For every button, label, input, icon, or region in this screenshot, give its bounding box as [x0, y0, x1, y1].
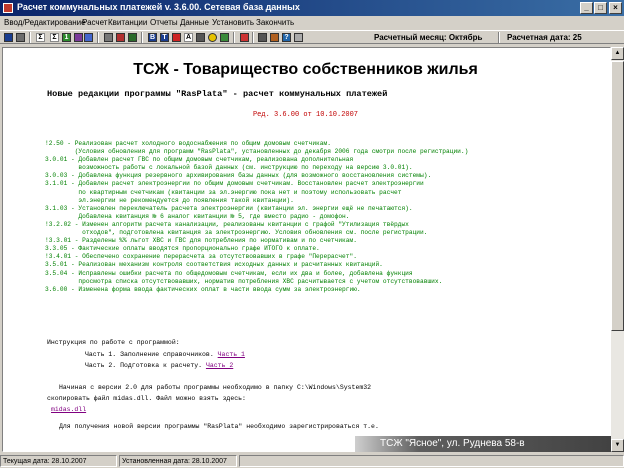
changelog-entry: отходов", подготовлена квитанция за элек…: [45, 229, 428, 237]
toolbar-separator: [141, 32, 143, 43]
status-bar: Текущая дата: 28.10.2007 Установленная д…: [0, 454, 624, 468]
page-subtitle: Новые редакции программы "RasPlata" - ра…: [47, 89, 388, 99]
catalog-icon[interactable]: [4, 33, 13, 42]
status-set-date: Установленная дата: 28.10.2007: [119, 455, 237, 467]
lightbulb-icon[interactable]: [208, 33, 217, 42]
scroll-thumb[interactable]: [611, 61, 624, 331]
changelog-entry: эл.энергии не рекомендуется до появления…: [45, 196, 294, 204]
toolbar: Σ Σ 1 B T A ? Расчетный месяц: Октябрь Р…: [0, 30, 624, 44]
settings-icon[interactable]: [196, 33, 205, 42]
app-icon[interactable]: [3, 3, 13, 13]
changelog-entry: !2.50 - Реализован расчет холодного водо…: [45, 140, 331, 147]
scroll-up-icon[interactable]: ▲: [611, 47, 624, 60]
menu-settings[interactable]: Установить: [212, 18, 254, 27]
app-window: Расчет коммунальных платежей v. 3.6.00. …: [0, 0, 624, 468]
title-bar[interactable]: Расчет коммунальных платежей v. 3.6.00. …: [0, 0, 624, 16]
status-current-date: Текущая дата: 28.10.2007: [0, 455, 117, 467]
toolbar-separator: [29, 32, 31, 43]
info-icon[interactable]: [294, 33, 303, 42]
midas-instruction-2: скопировать файл midas.dll. Файл можно в…: [47, 395, 246, 402]
menu-exit[interactable]: Закончить: [256, 18, 294, 27]
toolbar-separator: [233, 32, 235, 43]
changelog-entry: !3.3.01 - Разделены %% льгот ХВС и ГВС д…: [45, 237, 357, 245]
changelog-entry: 3.0.01 - Добавлен расчет ГВС по общим до…: [45, 156, 354, 164]
registration-note: Для получения новой версии программы "Ra…: [59, 423, 379, 430]
billing-date-label: Расчетная дата: 25: [507, 33, 582, 42]
toolbar-separator: [97, 32, 99, 43]
footer-address: ТСЖ "Ясное", ул. Руднева 58-в: [380, 438, 525, 449]
menu-bar: Ввод/Редактирование Расчет Квитанции Отч…: [0, 16, 624, 30]
part1-text: Часть 1. Заполнение справочников.: [85, 351, 214, 358]
instructions-title: Инструкция по работе с программой:: [47, 339, 180, 346]
help-icon[interactable]: ?: [282, 33, 291, 42]
printer-settings-icon[interactable]: [116, 33, 125, 42]
changelog-entry: по квартирным счетчикам (квитанции за эл…: [45, 188, 402, 196]
menu-input-edit[interactable]: Ввод/Редактирование: [4, 18, 86, 27]
data-t-icon[interactable]: T: [160, 33, 169, 42]
report-icon[interactable]: [128, 33, 137, 42]
footer-banner: ТСЖ "Ясное", ул. Руднева 58-в: [355, 436, 611, 452]
midas-dll-link-text[interactable]: midas.dll: [51, 406, 86, 413]
receipt-icon[interactable]: 1: [62, 33, 71, 42]
print-icon[interactable]: [104, 33, 113, 42]
menu-receipts[interactable]: Квитанции: [108, 18, 147, 27]
toolbar-separator: [252, 32, 254, 43]
midas-instruction: Начиная с версии 2.0 для работы программ…: [59, 384, 372, 391]
changelog-entry: !3.4.01 - Обеспечено сохранение перерасч…: [45, 253, 357, 261]
changelog-entry: 3.0.03 - Добавлена функция резервного ар…: [45, 172, 432, 180]
changelog-entry: 3.1.03 - Установлен переключатель расчет…: [45, 204, 413, 212]
changelog-entry: 3.5.01 - Реализован механизм контроля со…: [45, 261, 383, 269]
part1-link[interactable]: Часть 1: [218, 351, 245, 358]
archive-icon[interactable]: [270, 33, 279, 42]
changelog-entry: просмотра списка отсутствовавших, нормат…: [45, 277, 443, 285]
calc-icon[interactable]: Σ: [50, 33, 59, 42]
info-document: ТСЖ - Товарищество собственников жилья Н…: [2, 47, 611, 452]
scroll-down-icon[interactable]: ▼: [611, 439, 624, 452]
midas-dll-link[interactable]: midas.dll: [51, 406, 86, 413]
changelog-entry: Добавлена квитанция № 6 аналог квитанции…: [45, 212, 350, 220]
part2-link[interactable]: Часть 2: [206, 362, 233, 369]
menu-data[interactable]: Данные: [180, 18, 209, 27]
changelog-entry: 3.6.00 - Изменена форма ввода фактически…: [45, 285, 361, 293]
page-title: ТСЖ - Товарищество собственников жилья: [133, 61, 478, 78]
data-red-icon[interactable]: [172, 33, 181, 42]
menu-reports[interactable]: Отчеты: [150, 18, 178, 27]
billing-month-label: Расчетный месяц: Октябрь: [374, 33, 483, 42]
sum-icon[interactable]: Σ: [36, 33, 45, 42]
maximize-button[interactable]: □: [594, 2, 607, 14]
window-title: Расчет коммунальных платежей v. 3.6.00. …: [17, 2, 300, 12]
toolbar-separator: [498, 32, 500, 43]
changelog-entry: возможность работы с локальной базой дан…: [45, 164, 413, 172]
transfer-icon[interactable]: [84, 33, 93, 42]
status-panel: [239, 455, 624, 467]
changelog-entry: 3.5.04 - Исправлены ошибки расчета по об…: [45, 269, 413, 277]
database-icon[interactable]: [16, 33, 25, 42]
calculator-icon[interactable]: [258, 33, 267, 42]
changelog-list: !2.50 - Реализован расчет холодного водо…: [45, 140, 605, 294]
font-a-icon[interactable]: A: [184, 33, 193, 42]
data-b-icon[interactable]: B: [148, 33, 157, 42]
edition-line: Ред. 3.6.00 от 10.10.2007: [252, 111, 359, 119]
close-button[interactable]: ×: [609, 2, 622, 14]
minimize-button[interactable]: _: [580, 2, 593, 14]
vertical-scrollbar[interactable]: ▲ ▼: [611, 47, 624, 452]
changelog-entry: 3.3.05 - Фактические оплаты вводятся про…: [45, 245, 320, 253]
menu-calculation[interactable]: Расчет: [82, 18, 107, 27]
instructions-part1: Часть 1. Заполнение справочников. Часть …: [85, 351, 245, 358]
receipt-number-icon[interactable]: [74, 33, 83, 42]
exit-icon[interactable]: [240, 33, 249, 42]
part2-text: Часть 2. Подготовка к расчету.: [85, 362, 203, 369]
changelog-entry: !3.2.02 - Изменен алгоритм расчета канал…: [45, 220, 409, 228]
changelog-entry: (Условия обновления для программ "RasPla…: [45, 148, 469, 156]
network-icon[interactable]: [220, 33, 229, 42]
changelog-entry: 3.1.01 - Добавлен расчет электроэнергии …: [45, 180, 424, 188]
instructions-part2: Часть 2. Подготовка к расчету. Часть 2: [85, 362, 233, 369]
